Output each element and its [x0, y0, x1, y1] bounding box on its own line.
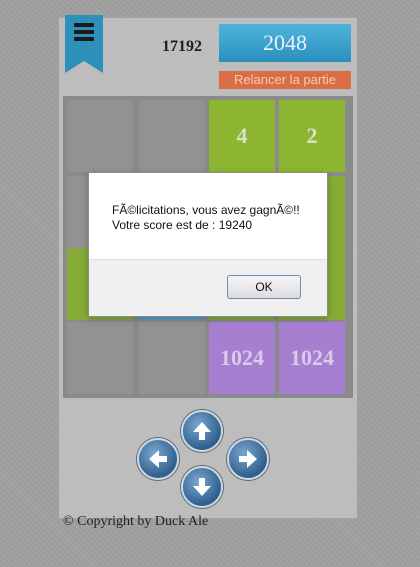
current-score: 17192 [162, 38, 202, 55]
menu-icon [74, 23, 94, 45]
arrow-right-icon [239, 450, 257, 468]
arrow-up-icon [193, 422, 211, 440]
dialog-footer: OK [89, 259, 327, 316]
board-cell [139, 100, 205, 172]
arrow-left-icon [149, 450, 167, 468]
dialog-message: FÃ©licitations, vous avez gagnÃ©!! Votre… [112, 203, 300, 233]
tile: 2 [279, 100, 345, 172]
ok-button[interactable]: OK [227, 275, 301, 299]
dialog-line-congrats: FÃ©licitations, vous avez gagnÃ©!! [112, 203, 300, 217]
dialog-line-score: Votre score est de : 19240 [112, 218, 253, 232]
copyright-text: © Copyright by Duck Ale [63, 514, 209, 529]
menu-button[interactable] [65, 15, 103, 73]
best-tile-display: 2048 [219, 24, 351, 62]
board-cell [139, 322, 205, 394]
tile: 1024 [209, 322, 275, 394]
arrow-down-icon [193, 478, 211, 496]
board-cell [67, 100, 133, 172]
direction-controls [59, 408, 357, 508]
tile: 1024 [279, 322, 345, 394]
left-button[interactable] [137, 438, 179, 480]
alert-dialog: FÃ©licitations, vous avez gagnÃ©!! Votre… [88, 172, 328, 317]
restart-button[interactable]: Relancer la partie [219, 71, 351, 89]
right-button[interactable] [227, 438, 269, 480]
board-cell [67, 322, 133, 394]
up-button[interactable] [181, 410, 223, 452]
tile: 4 [209, 100, 275, 172]
down-button[interactable] [181, 466, 223, 508]
